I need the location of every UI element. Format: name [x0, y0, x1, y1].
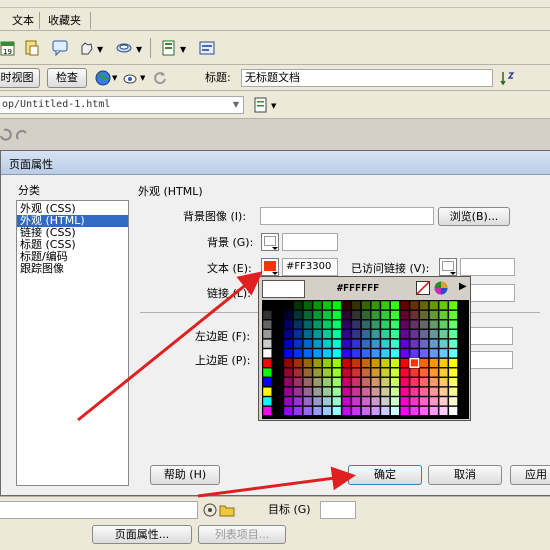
annotation-arrow — [197, 466, 356, 498]
annotation-arrow — [77, 271, 263, 422]
annotation-arrows — [77, 271, 356, 498]
